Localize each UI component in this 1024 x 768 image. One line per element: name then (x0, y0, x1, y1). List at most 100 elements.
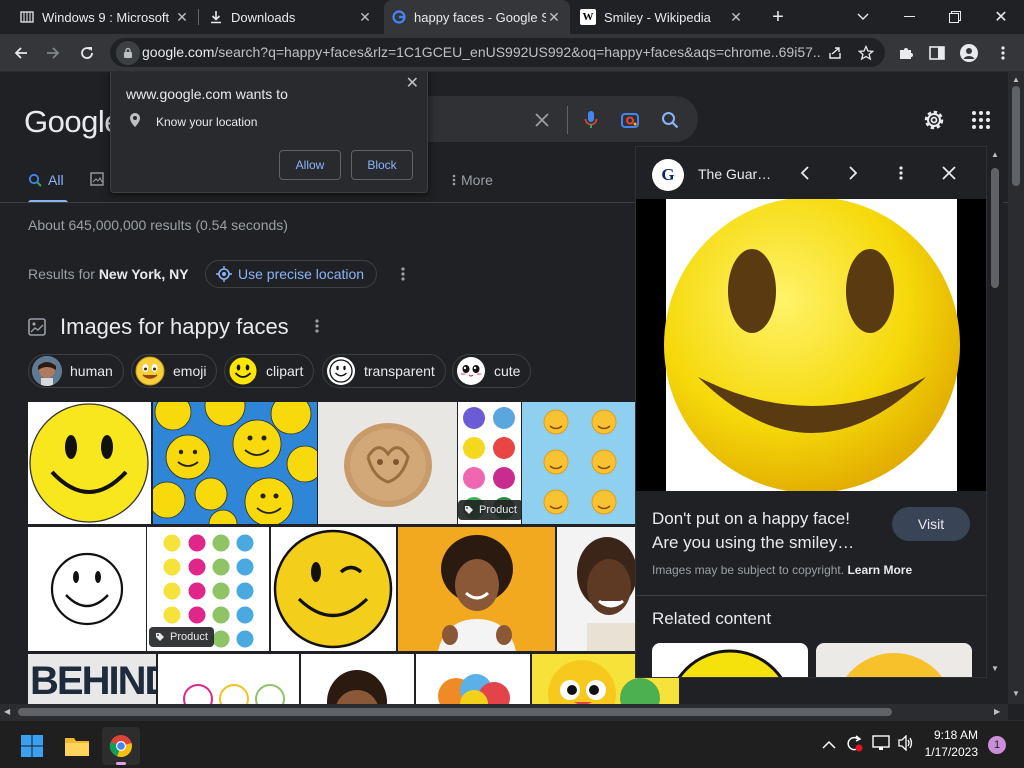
scroll-left-arrow-icon[interactable]: ◀ (4, 707, 10, 716)
tab-all[interactable]: All (28, 172, 64, 188)
google-logo[interactable]: Google (24, 104, 121, 140)
back-button[interactable] (6, 38, 36, 68)
taskbar-clock[interactable]: 9:18 AM 1/17/2023 (925, 727, 978, 761)
side-panel-icon[interactable] (922, 38, 952, 68)
scroll-down-arrow-icon[interactable]: ▼ (1012, 689, 1020, 698)
image-result-4[interactable]: Product (458, 402, 521, 524)
bookmark-star-icon[interactable] (851, 38, 881, 68)
visit-button[interactable]: Visit (892, 507, 970, 541)
microphone-icon[interactable] (579, 108, 603, 132)
chip-human[interactable]: human (28, 354, 124, 388)
more-vert-icon[interactable] (315, 318, 319, 339)
tab-downloads[interactable]: Downloads ✕ (201, 0, 381, 34)
close-icon[interactable]: ✕ (174, 9, 190, 26)
source-name[interactable]: The Guar… (698, 166, 771, 182)
close-window-button[interactable]: ✕ (978, 0, 1024, 34)
url-path: /search?q=happy+faces&rlz=1C1GCEU_enUS99… (214, 44, 822, 60)
block-button[interactable]: Block (351, 150, 413, 180)
emoji-thumbnail (135, 356, 165, 386)
notification-badge[interactable]: 1 (988, 736, 1006, 754)
scroll-up-arrow-icon[interactable]: ▲ (991, 150, 999, 159)
related-item-1[interactable] (652, 643, 808, 677)
speaker-volume-icon[interactable] (897, 734, 915, 756)
kebab-menu-icon[interactable] (988, 38, 1018, 68)
google-lens-icon[interactable] (618, 108, 642, 132)
image-result-13[interactable] (301, 654, 414, 704)
apps-grid-icon[interactable] (971, 110, 991, 135)
related-item-2[interactable] (816, 643, 972, 677)
minimize-button[interactable] (886, 0, 932, 34)
lock-icon[interactable] (116, 41, 140, 65)
start-windows-icon[interactable] (13, 727, 51, 765)
reload-button[interactable] (72, 38, 102, 68)
horizontal-scroll-thumb[interactable] (18, 708, 892, 716)
tab-windows9[interactable]: Windows 9 : Microsoft ✕ (12, 0, 198, 34)
clear-search-icon[interactable] (530, 108, 554, 132)
use-precise-location-button[interactable]: Use precise location (205, 260, 377, 288)
close-icon[interactable]: ✕ (357, 9, 373, 26)
images-section-header: Images for happy faces (28, 314, 289, 340)
sync-alert-icon[interactable] (845, 734, 863, 757)
chip-label: emoji (173, 363, 207, 379)
chrome-taskbar-icon[interactable] (102, 727, 140, 765)
image-result-14[interactable] (416, 654, 530, 704)
chip-emoji[interactable]: emoji (131, 354, 218, 388)
image-result-7[interactable]: Product (147, 527, 269, 651)
scroll-up-arrow-icon[interactable]: ▲ (1012, 75, 1020, 84)
active-app-indicator (116, 762, 126, 765)
more-vert-icon[interactable] (889, 161, 913, 185)
image-result-8[interactable] (271, 527, 396, 651)
tab-more[interactable]: More (452, 172, 493, 188)
scroll-down-arrow-icon[interactable]: ▼ (991, 664, 999, 673)
image-result-12[interactable] (158, 654, 299, 704)
tab-search-button[interactable] (840, 0, 886, 34)
image-result-1[interactable] (28, 402, 151, 524)
close-icon[interactable]: ✕ (546, 9, 562, 26)
more-vert-icon[interactable] (401, 266, 405, 287)
image-result-5[interactable] (522, 402, 635, 524)
arrow-right-icon (47, 47, 60, 59)
close-panel-button[interactable] (937, 161, 961, 185)
previous-image-button[interactable] (793, 161, 817, 185)
image-result-2[interactable] (153, 402, 317, 524)
address-bar[interactable]: google.com/search?q=happy+faces&rlz=1C1G… (110, 38, 885, 67)
network-monitor-icon[interactable] (872, 735, 890, 756)
search-icon[interactable] (658, 108, 682, 132)
panel-header: G The Guar… (636, 147, 986, 199)
panel-scrollbar[interactable]: ▲ ▼ (987, 146, 1003, 678)
page-scroll-thumb[interactable] (1012, 86, 1020, 186)
next-image-button[interactable] (841, 161, 865, 185)
chip-clipart[interactable]: clipart (224, 354, 315, 388)
restore-button[interactable] (932, 0, 978, 34)
guardian-logo-icon[interactable]: G (652, 159, 684, 191)
image-result-3[interactable] (318, 402, 457, 524)
panel-scroll-thumb[interactable] (991, 168, 999, 288)
settings-gear-icon[interactable] (922, 108, 946, 137)
extensions-puzzle-icon[interactable] (891, 38, 921, 68)
image-result-11[interactable]: BEHIND (28, 654, 156, 704)
file-explorer-icon[interactable] (58, 727, 96, 765)
close-icon[interactable]: ✕ (728, 9, 744, 26)
close-icon[interactable]: ✕ (406, 73, 419, 93)
image-result-10[interactable] (557, 527, 635, 651)
image-result-6[interactable] (28, 527, 146, 651)
image-result-9[interactable] (398, 527, 555, 651)
tab-images[interactable] (90, 172, 104, 186)
tab-happy-faces[interactable]: happy faces - Google S ✕ (384, 0, 570, 34)
chip-cute[interactable]: cute (452, 354, 532, 388)
images-section-title: Images for happy faces (60, 314, 289, 339)
page-vertical-scrollbar[interactable]: ▲ ▼ (1008, 72, 1024, 704)
profile-avatar-icon[interactable] (954, 38, 984, 68)
preview-title[interactable]: Don't put on a happy face! Are you using… (652, 507, 882, 555)
forward-button[interactable] (38, 38, 68, 68)
scroll-right-arrow-icon[interactable]: ▶ (994, 707, 1000, 716)
page-horizontal-scrollbar[interactable]: ◀ ▶ (0, 704, 1008, 720)
allow-button[interactable]: Allow (279, 150, 341, 180)
preview-image[interactable] (636, 197, 986, 493)
chevron-up-icon[interactable] (822, 737, 836, 755)
tab-smiley-wikipedia[interactable]: W Smiley - Wikipedia ✕ (572, 0, 752, 34)
new-tab-button[interactable]: + (755, 0, 801, 34)
learn-more-link[interactable]: Learn More (847, 563, 912, 577)
chip-transparent[interactable]: transparent (322, 354, 446, 388)
share-icon[interactable] (820, 38, 850, 68)
